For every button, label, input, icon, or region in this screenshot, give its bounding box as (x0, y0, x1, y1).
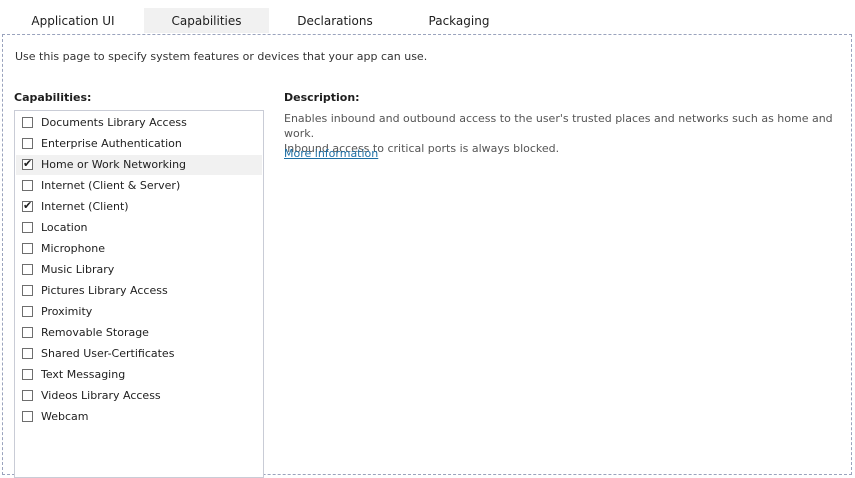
capability-label: Music Library (41, 263, 115, 276)
capability-label: Webcam (41, 410, 89, 423)
capability-item[interactable]: Videos Library Access (16, 386, 262, 406)
checkbox[interactable] (22, 138, 33, 149)
capability-label: Shared User-Certificates (41, 347, 175, 360)
checkbox[interactable] (22, 222, 33, 233)
description-header: Description: (284, 91, 360, 104)
capability-label: Home or Work Networking (41, 158, 187, 171)
capability-item[interactable]: Shared User-Certificates (16, 344, 262, 364)
checkbox[interactable] (22, 306, 33, 317)
capability-item[interactable]: Removable Storage (16, 323, 262, 343)
capability-label: Internet (Client) (41, 200, 129, 213)
checkbox[interactable] (22, 285, 33, 296)
tab-packaging[interactable]: Packaging (398, 8, 520, 33)
checkbox[interactable] (22, 411, 33, 422)
capability-item[interactable]: Proximity (16, 302, 262, 322)
capabilities-pane: Use this page to specify system features… (2, 34, 852, 478)
checkbox[interactable] (22, 327, 33, 338)
capability-label: Location (41, 221, 88, 234)
more-information-link[interactable]: More information (284, 147, 378, 160)
capability-label: Removable Storage (41, 326, 149, 339)
manifest-designer: Application UI Capabilities Declarations… (0, 0, 855, 478)
checkbox[interactable] (22, 369, 33, 380)
checkbox[interactable] (22, 180, 33, 191)
checkbox[interactable]: ✔ (22, 199, 33, 212)
capability-label: Videos Library Access (41, 389, 161, 402)
capability-label: Enterprise Authentication (41, 137, 182, 150)
capability-item[interactable]: Text Messaging (16, 365, 262, 385)
checkmark-icon: ✔ (23, 157, 33, 170)
checkbox[interactable] (22, 390, 33, 401)
capability-item[interactable]: Webcam (16, 407, 262, 427)
checkmark-icon: ✔ (23, 199, 33, 212)
capability-item[interactable]: Music Library (16, 260, 262, 280)
tab-capabilities[interactable]: Capabilities (144, 8, 269, 33)
capability-item[interactable]: ✔ Home or Work Networking (16, 155, 262, 175)
capability-label: Text Messaging (41, 368, 126, 381)
checkbox[interactable] (22, 264, 33, 275)
description-line: Enables inbound and outbound access to t… (284, 112, 833, 140)
capability-item[interactable]: Location (16, 218, 262, 238)
capability-item[interactable]: ✔ Internet (Client) (16, 197, 262, 217)
tab-strip: Application UI Capabilities Declarations… (0, 0, 855, 33)
checkbox[interactable]: ✔ (22, 157, 33, 170)
capability-label: Proximity (41, 305, 93, 318)
capability-label: Internet (Client & Server) (41, 179, 181, 192)
tab-application-ui[interactable]: Application UI (14, 8, 132, 33)
intro-text: Use this page to specify system features… (15, 50, 428, 63)
checkbox[interactable] (22, 117, 33, 128)
capability-label: Documents Library Access (41, 116, 187, 129)
capability-item[interactable]: Enterprise Authentication (16, 134, 262, 154)
capabilities-header: Capabilities: (14, 91, 92, 104)
capability-item[interactable]: Internet (Client & Server) (16, 176, 262, 196)
checkbox[interactable] (22, 243, 33, 254)
capabilities-list: Documents Library Access Enterprise Auth… (14, 110, 264, 478)
tab-declarations[interactable]: Declarations (276, 8, 394, 33)
capability-item[interactable]: Pictures Library Access (16, 281, 262, 301)
capability-item[interactable]: Documents Library Access (16, 113, 262, 133)
capability-label: Microphone (41, 242, 106, 255)
checkbox[interactable] (22, 348, 33, 359)
capability-item[interactable]: Microphone (16, 239, 262, 259)
capability-label: Pictures Library Access (41, 284, 168, 297)
